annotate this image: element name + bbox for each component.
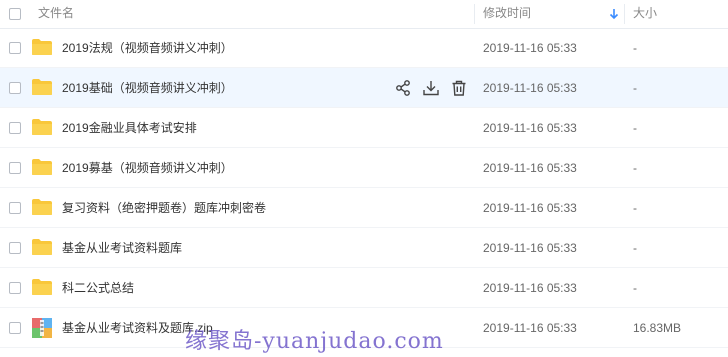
modified-time: 2019-11-16 05:33 bbox=[483, 41, 577, 55]
row-checkbox[interactable] bbox=[9, 242, 21, 254]
modified-time: 2019-11-16 05:33 bbox=[483, 201, 577, 215]
watermark: 缘聚岛-yuanjudao.com bbox=[185, 329, 444, 354]
file-size: - bbox=[633, 81, 637, 95]
file-row[interactable]: 2019法规（视频音频讲义冲刺） 2019-11-16 05:33 - bbox=[0, 28, 728, 68]
file-row[interactable]: 复习资料（绝密押题卷）题库冲刺密卷 2019-11-16 05:33 - bbox=[0, 188, 728, 228]
file-name[interactable]: 科二公式总结 bbox=[62, 268, 134, 308]
file-name[interactable]: 2019法规（视频音频讲义冲刺） bbox=[62, 28, 233, 68]
share-icon[interactable] bbox=[394, 79, 412, 97]
file-name[interactable]: 基金从业考试资料题库 bbox=[62, 228, 182, 268]
file-size: - bbox=[633, 161, 637, 175]
zip-file-icon bbox=[32, 318, 52, 338]
time-column-header[interactable]: 修改时间 bbox=[483, 0, 531, 28]
file-name[interactable]: 2019募基（视频音频讲义冲刺） bbox=[62, 148, 233, 188]
row-checkbox[interactable] bbox=[9, 322, 21, 334]
select-all-checkbox[interactable] bbox=[9, 8, 21, 20]
row-checkbox[interactable] bbox=[9, 162, 21, 174]
file-row[interactable]: 科二公式总结 2019-11-16 05:33 - bbox=[0, 268, 728, 308]
column-divider bbox=[474, 4, 475, 24]
file-size: - bbox=[633, 241, 637, 255]
download-icon[interactable] bbox=[422, 79, 440, 97]
modified-time: 2019-11-16 05:33 bbox=[483, 241, 577, 255]
row-checkbox[interactable] bbox=[9, 122, 21, 134]
folder-icon bbox=[32, 159, 52, 175]
file-row[interactable]: 基金从业考试资料题库 2019-11-16 05:33 - bbox=[0, 228, 728, 268]
folder-icon bbox=[32, 279, 52, 295]
column-divider bbox=[624, 4, 625, 24]
file-row[interactable]: 2019募基（视频音频讲义冲刺） 2019-11-16 05:33 - bbox=[0, 148, 728, 188]
file-list-header: 文件名 修改时间 大小 bbox=[0, 0, 728, 29]
file-size: - bbox=[633, 121, 637, 135]
file-name[interactable]: 2019金融业具体考试安排 bbox=[62, 108, 197, 148]
file-size: - bbox=[633, 41, 637, 55]
modified-time: 2019-11-16 05:33 bbox=[483, 121, 577, 135]
folder-icon bbox=[32, 79, 52, 95]
file-row[interactable]: 2019金融业具体考试安排 2019-11-16 05:33 - bbox=[0, 108, 728, 148]
modified-time: 2019-11-16 05:33 bbox=[483, 161, 577, 175]
folder-icon bbox=[32, 119, 52, 135]
modified-time: 2019-11-16 05:33 bbox=[483, 81, 577, 95]
modified-time: 2019-11-16 05:33 bbox=[483, 321, 577, 335]
folder-icon bbox=[32, 39, 52, 55]
delete-icon[interactable] bbox=[450, 79, 468, 97]
file-row[interactable]: 2019基础（视频音频讲义冲刺） 2019-11-16 05:33 - bbox=[0, 68, 728, 108]
row-checkbox[interactable] bbox=[9, 282, 21, 294]
file-size: 16.83MB bbox=[633, 321, 682, 335]
folder-icon bbox=[32, 239, 52, 255]
file-name[interactable]: 复习资料（绝密押题卷）题库冲刺密卷 bbox=[62, 188, 266, 228]
arrow-down-icon[interactable] bbox=[609, 8, 619, 20]
row-checkbox[interactable] bbox=[9, 42, 21, 54]
folder-icon bbox=[32, 199, 52, 215]
name-column-header[interactable]: 文件名 bbox=[38, 0, 74, 28]
file-size: - bbox=[633, 281, 637, 295]
file-name[interactable]: 2019基础（视频音频讲义冲刺） bbox=[62, 68, 233, 108]
size-column-header[interactable]: 大小 bbox=[633, 0, 657, 28]
row-checkbox[interactable] bbox=[9, 202, 21, 214]
row-checkbox[interactable] bbox=[9, 82, 21, 94]
modified-time: 2019-11-16 05:33 bbox=[483, 281, 577, 295]
file-size: - bbox=[633, 201, 637, 215]
